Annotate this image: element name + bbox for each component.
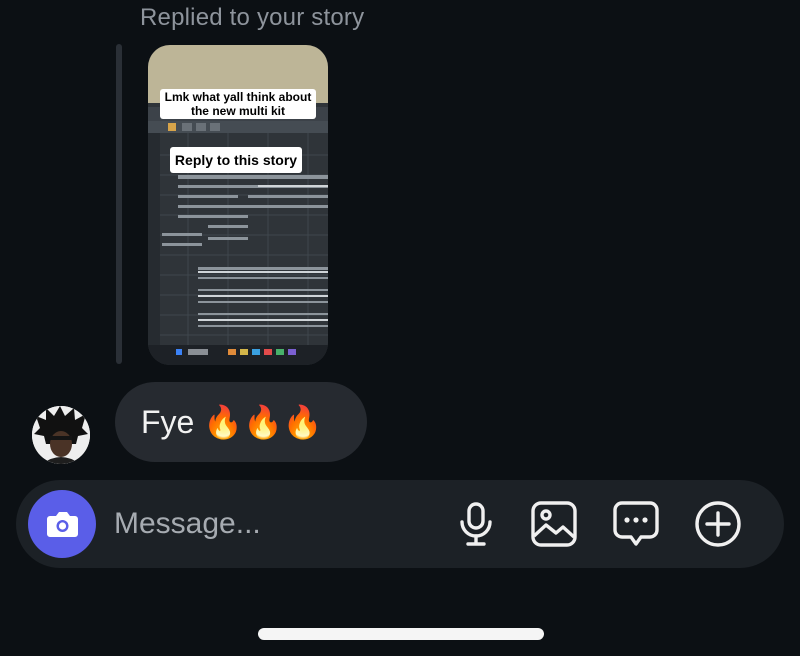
home-indicator[interactable] [258, 628, 544, 640]
story-preview[interactable]: Lmk what yall think about the new multi … [148, 45, 328, 365]
sticker-button[interactable] [612, 500, 660, 548]
microphone-button[interactable] [452, 500, 500, 548]
camera-button[interactable] [28, 490, 96, 558]
dm-thread-screen: Replied to your story Lmk what yall thin… [0, 0, 800, 656]
sender-avatar[interactable] [32, 406, 90, 464]
message-input[interactable] [114, 498, 434, 550]
message-bubble[interactable]: Fye 🔥🔥🔥 [115, 382, 367, 462]
reply-to-story-label: Reply to this story [170, 147, 302, 173]
image-icon [531, 501, 577, 547]
more-button[interactable] [694, 500, 742, 548]
message-composer [16, 480, 784, 568]
reply-quote-bar [116, 44, 122, 364]
chat-bubble-dots-icon [613, 501, 659, 546]
plus-circle-icon [695, 501, 741, 547]
message-text: Fye 🔥🔥🔥 [141, 404, 323, 440]
replied-to-story-label: Replied to your story [140, 4, 365, 31]
gallery-button[interactable] [530, 500, 578, 548]
avatar-image [32, 406, 90, 464]
camera-icon [47, 512, 78, 537]
microphone-icon [460, 502, 492, 546]
story-caption: Lmk what yall think about the new multi … [160, 89, 316, 119]
